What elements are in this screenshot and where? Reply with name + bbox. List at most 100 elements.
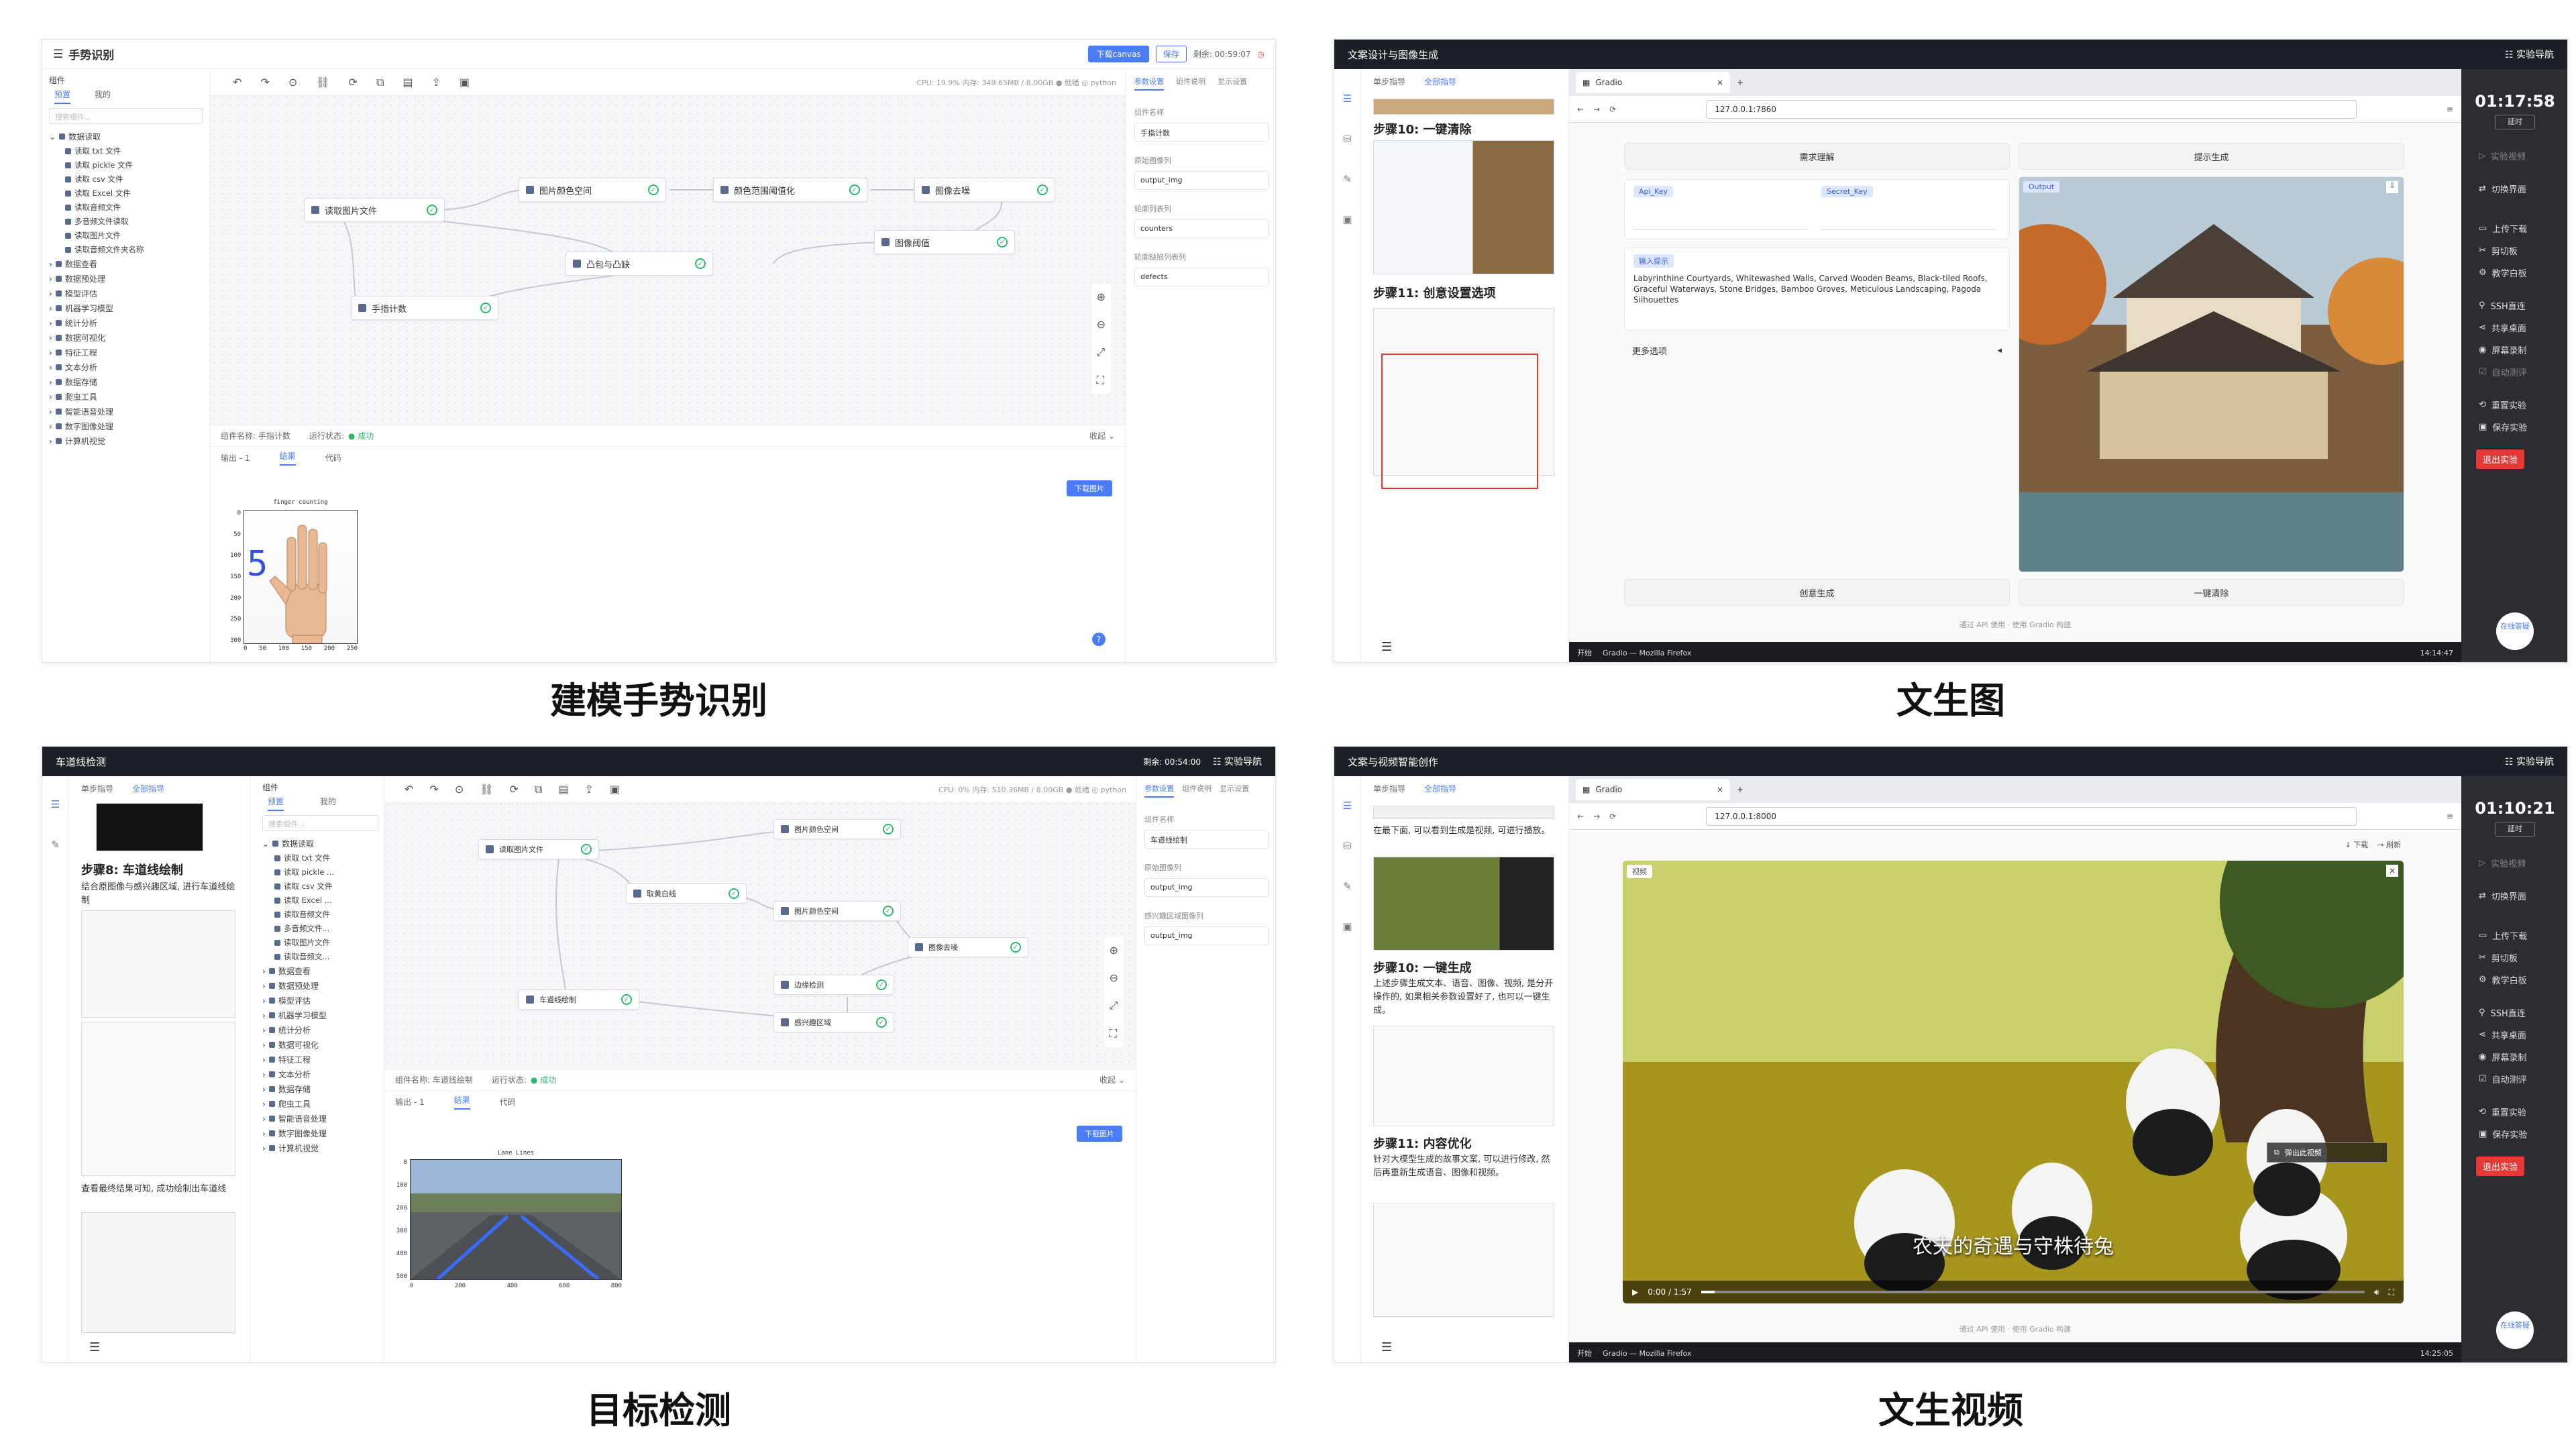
report-icon[interactable]: ✎ — [1334, 866, 1360, 906]
group-item[interactable]: › 数据存储 — [49, 376, 203, 388]
tab-result[interactable]: 结果 — [279, 450, 296, 466]
list-item[interactable]: 读取音频文件 — [65, 202, 203, 213]
group-item[interactable]: › 模型评估 — [262, 995, 378, 1006]
fullscreen-icon[interactable]: ⛶ — [1097, 374, 1106, 387]
create-button[interactable]: 创意生成 — [1624, 579, 2010, 606]
tab-doc[interactable]: 组件说明 — [1176, 76, 1205, 91]
reload-icon[interactable]: ⟳ — [1609, 812, 1616, 821]
lab-nav-button[interactable]: ☷ 实验导航 — [2505, 48, 2554, 61]
secret-key-input[interactable] — [1821, 201, 1996, 230]
tab-all-guide[interactable]: 全部指导 — [1424, 783, 1456, 794]
group-item[interactable]: › 数据存储 — [262, 1083, 378, 1095]
list-item[interactable]: 多音频文件读取 — [65, 216, 203, 227]
node-yellow-white[interactable]: 取黄白线 ✓ — [626, 883, 747, 904]
dock-item-share[interactable]: ⋖ 共享桌面 — [2479, 321, 2551, 334]
group-item[interactable]: › 特征工程 — [262, 1054, 378, 1065]
guide-icon[interactable]: ☰ — [42, 784, 68, 824]
list-item[interactable]: 读取音频文件夹名称 — [65, 244, 203, 255]
extend-button[interactable]: 延时 — [2495, 115, 2535, 129]
dock-item-switch[interactable]: ⇄ 切换界面 — [2479, 890, 2551, 902]
screenshot-icon[interactable]: ▣ — [1334, 199, 1360, 239]
browser-tab[interactable]: ▦ Gradio × — [1576, 779, 1730, 800]
tab-all-guide[interactable]: 全部指导 — [1424, 76, 1456, 87]
online-help-button[interactable]: 在线答疑 — [2496, 1311, 2534, 1349]
dock-item-save[interactable]: ▣ 保存实验 — [2479, 1128, 2551, 1140]
lab-nav-button[interactable]: ☷ 实验导航 — [1213, 755, 1262, 768]
refresh-button[interactable]: → 刷新 — [2377, 839, 2401, 850]
workflow-canvas[interactable]: ↶ ↷ ⊙ ⛓ ⟳ ⧉ ▤ ⇪ ▣ CPU: 0% 内存: 510.36MB /… — [384, 776, 1136, 1069]
tab-single-guide[interactable]: 单步指导 — [81, 783, 113, 794]
tab-params[interactable]: 参数设置 — [1144, 783, 1174, 798]
download-image-button[interactable]: 下载图片 — [1077, 1126, 1122, 1142]
close-icon[interactable]: × — [1717, 785, 1723, 794]
dock-item-video[interactable]: ▷ 实验视频 — [2479, 150, 2551, 162]
save-button[interactable]: 保存 — [1155, 46, 1187, 62]
url-bar[interactable]: 127.0.0.1:7860 — [1706, 99, 2357, 119]
group-item[interactable]: › 数据预处理 — [262, 980, 378, 991]
node-lane-draw[interactable]: 车道线绘制 ✓ — [519, 989, 639, 1010]
param-field[interactable]: 手指计数 — [1134, 123, 1269, 142]
group-item[interactable]: › 文本分析 — [49, 362, 203, 373]
tab-doc[interactable]: 组件说明 — [1182, 783, 1212, 798]
forward-icon[interactable]: → — [1593, 812, 1600, 821]
component-search-input[interactable]: 搜索组件... — [49, 108, 203, 124]
zoom-out-icon[interactable]: ⊖ — [1097, 318, 1106, 331]
fit-icon[interactable]: ⤢ — [1097, 345, 1106, 359]
group-data-read[interactable]: ⌄ 数据读取 — [49, 131, 203, 142]
report-icon[interactable]: ✎ — [1334, 159, 1360, 199]
list-item[interactable]: 读取 csv 文件 — [274, 881, 378, 892]
help-icon[interactable]: ? — [1092, 633, 1106, 646]
guide-icon[interactable]: ☰ — [1334, 786, 1360, 826]
group-item[interactable]: › 数字图像处理 — [49, 421, 203, 432]
tab-mine[interactable]: 我的 — [95, 89, 111, 104]
list-item[interactable]: 多音频文件... — [274, 923, 378, 934]
tab-mine[interactable]: 我的 — [320, 796, 336, 811]
list-item[interactable]: 读取 Excel 文件 — [65, 188, 203, 199]
dock-item-record[interactable]: ◉ 屏幕录制 — [2479, 1051, 2551, 1063]
output-tab[interactable]: 输出 - 1 — [221, 452, 250, 464]
dock-item-clipboard[interactable]: ✂ 剪切板 — [2479, 244, 2551, 257]
list-item[interactable]: 读取音频文... — [274, 951, 378, 962]
node-edge-detect[interactable]: 边缘检测 ✓ — [773, 975, 894, 995]
tab-display[interactable]: 显示设置 — [1220, 783, 1249, 798]
group-item[interactable]: › 计算机视觉 — [262, 1142, 378, 1154]
dock-item-ssh[interactable]: ⚲ SSH直连 — [2479, 299, 2551, 312]
dock-item-reset[interactable]: ⟲ 重置实验 — [2479, 398, 2551, 411]
list-item[interactable]: 读取 txt 文件 — [65, 146, 203, 156]
group-item[interactable]: › 特征工程 — [49, 347, 203, 358]
download-icon[interactable]: ⇩ — [2386, 181, 2398, 193]
node-denoise[interactable]: 图像去噪 ✓ — [908, 937, 1028, 957]
dock-item-eval[interactable]: ☑ 自动测评 — [2479, 366, 2551, 378]
list-item[interactable]: 读取 pickle ... — [274, 867, 378, 877]
param-field[interactable]: defects — [1134, 268, 1269, 286]
group-item[interactable]: › 数字图像处理 — [262, 1128, 378, 1139]
node-color-space[interactable]: 图片颜色空间 ✓ — [519, 178, 666, 202]
dock-item-transfer[interactable]: ▭ 上传下载 — [2479, 222, 2551, 235]
node-color-space[interactable]: 图片颜色空间 ✓ — [773, 819, 901, 839]
node-roi[interactable]: 感兴趣区域 ✓ — [773, 1012, 894, 1032]
fit-icon[interactable]: ⤢ — [1110, 999, 1118, 1012]
video-player[interactable]: 视频 × ⧉ 弹出此视频 农夫的奇遇与守株待兔 ▶ 0:00 / 1:57 🔊︎ … — [1623, 861, 2404, 1303]
dock-item-switch[interactable]: ⇄ 切换界面 — [2479, 182, 2551, 195]
collapse-button[interactable]: 收起 ⌄ — [1099, 1074, 1125, 1085]
menu-icon[interactable]: ☰ — [89, 1340, 100, 1354]
node-convex-hull[interactable]: 凸包与凸缺 ✓ — [566, 252, 713, 276]
list-item[interactable]: 读取 csv 文件 — [65, 174, 203, 184]
tab-preset[interactable]: 预置 — [268, 796, 284, 811]
back-icon[interactable]: ← — [1577, 105, 1584, 114]
popout-button[interactable]: ⧉ 弹出此视频 — [2267, 1142, 2387, 1163]
group-item[interactable]: › 数据可视化 — [49, 332, 203, 343]
tab-result[interactable]: 结果 — [453, 1094, 470, 1110]
node-color-threshold[interactable]: 颜色范围阈值化 ✓ — [713, 178, 867, 202]
component-search-input[interactable]: 搜索组件... — [262, 815, 378, 831]
node-color-space-2[interactable]: 图片颜色空间 ✓ — [773, 901, 901, 921]
group-item[interactable]: › 数据预处理 — [49, 273, 203, 284]
download-image-button[interactable]: 下载图片 — [1067, 480, 1112, 496]
dock-item-transfer[interactable]: ▭ 上传下载 — [2479, 929, 2551, 942]
tab-all-guide[interactable]: 全部指导 — [132, 783, 164, 794]
menu-icon[interactable]: ☰ — [1381, 1340, 1392, 1354]
dock-item-whiteboard[interactable]: ⚙ 教学白板 — [2479, 973, 2551, 986]
menu-icon[interactable]: ≡ — [2447, 812, 2453, 821]
group-item[interactable]: › 计算机视觉 — [49, 435, 203, 447]
close-icon[interactable]: × — [1717, 78, 1723, 87]
